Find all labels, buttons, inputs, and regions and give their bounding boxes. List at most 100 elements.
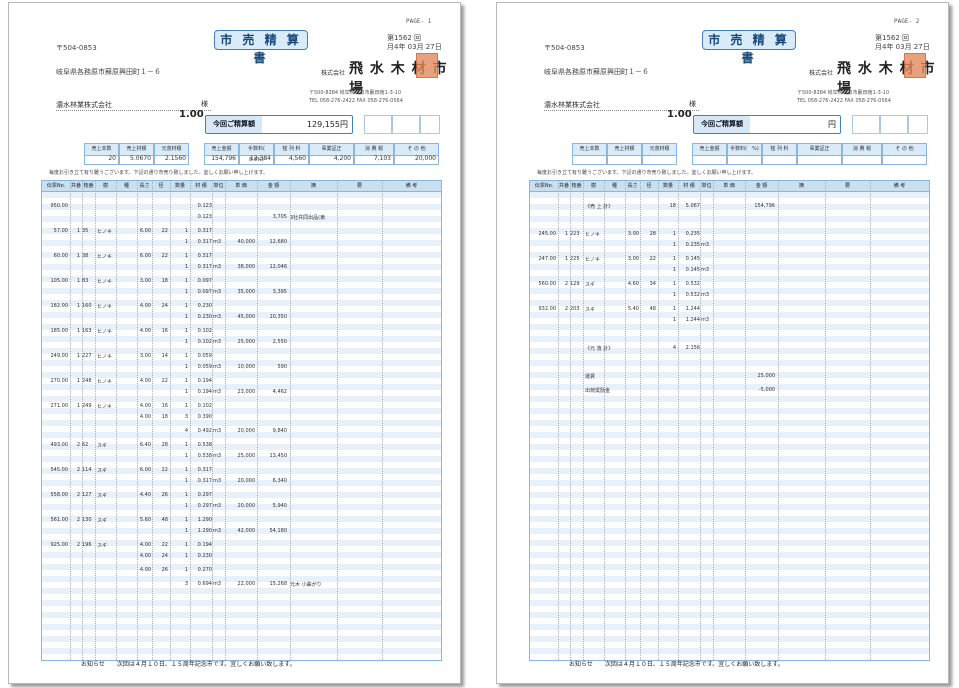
table-cell-f: 22 (161, 253, 168, 259)
page-number: PAGE- 2 (894, 18, 920, 25)
issue-number: 第1562 回 (875, 34, 910, 42)
table-header-cell: 金 額 (267, 183, 280, 189)
table-cell-b: 2 (76, 492, 80, 498)
issue-date: 月4年 03月 27日 (875, 43, 930, 51)
table-cell-i: 0.235 (685, 231, 700, 237)
table-header-cell: 材 積 (683, 183, 695, 189)
table-row: 1 0.317 m3 38,000 12,046 (42, 264, 441, 274)
table-row: 1 0.317 m3 40,000 12,680 (42, 239, 441, 249)
summary-cell: 売上本数 (572, 143, 607, 165)
table-cell-i: 0.297 (197, 492, 212, 498)
table-cell-c: 38 (82, 253, 89, 259)
table-cell-g: 1 (184, 478, 188, 484)
summary-header: 椪 列 料 (763, 144, 796, 156)
table-row: 3 0.694 m3 22,000 15,268 元木 小曲がり (42, 581, 441, 591)
summary-header: 事業証正 (798, 144, 841, 156)
company-address-line: 〒500-8384 岐阜県岐阜市藪田南1-3-10 (309, 90, 401, 96)
column-divider (778, 181, 779, 660)
table-cell-g: 1 (184, 278, 188, 284)
table-cell-b: 2 (76, 517, 80, 523)
summary-value: 2.1560 (165, 155, 186, 162)
table-row: 4.00 24 1 0.230 (42, 553, 441, 563)
company-phone-line: TEL 058-276-2422 FAX 058-276-0564 (797, 98, 891, 104)
table-cell-k: 45,000 (237, 314, 256, 320)
table-row: 4.00 18 3 0.390 (42, 414, 441, 424)
table-cell-e: 4.00 (139, 378, 151, 384)
table-cell-b: 1 (76, 403, 80, 409)
table-cell-a: 558.00 (50, 492, 69, 498)
summary-cell: そ の 他 (882, 143, 927, 165)
table-row: 1 1.244 m3 (530, 317, 929, 327)
table-cell-i: 0.270 (197, 567, 212, 573)
table-header-cell: 伝票No. (46, 183, 66, 189)
table-cell-f: 48 (161, 517, 168, 523)
table-row: 1 0.235 m3 (530, 242, 929, 252)
table-cell-j: m3 (213, 339, 222, 345)
table-cell-l: 6,340 (272, 478, 287, 484)
column-divider (700, 181, 701, 660)
table-cell-f: 48 (649, 306, 656, 312)
summary-cell: 椪 列 料 4,560 (274, 143, 309, 165)
table-cell-e: 3.00 (627, 256, 639, 262)
table-cell-k: 42,000 (237, 528, 256, 534)
table-cell-i: 0.538 (197, 453, 212, 459)
table-cell-i: 0.317 (197, 467, 212, 473)
table-cell-g: 1 (672, 231, 676, 237)
table-cell-b: 1 (76, 378, 80, 384)
table-cell-i: 1.290 (197, 528, 212, 534)
table-cell-c: 203 (570, 306, 580, 312)
table-cell-i: 0.694 (197, 581, 212, 587)
table-row: 1 0.059 m3 10,000 590 (42, 364, 441, 374)
table-cell-d: スギ (97, 443, 108, 449)
table-cell-b: 2 (76, 542, 80, 548)
payment-amount-box: 今回ご精算額 129,155円 (205, 115, 353, 134)
table-cell-g: 18 (669, 203, 676, 209)
table-cell-e: 4.00 (139, 328, 151, 334)
table-cell-f: 18 (161, 414, 168, 420)
column-divider (870, 181, 871, 660)
table-cell-f: 16 (161, 403, 168, 409)
table-cell-l: -5,000 (758, 387, 775, 393)
table-cell-g: 1 (184, 492, 188, 498)
table-cell-b: 2 (564, 281, 568, 287)
table-cell-l: 2,550 (272, 339, 287, 345)
table-row: 1 0.532 m3 (530, 292, 929, 302)
issue-number: 第1562 回 (387, 34, 422, 42)
table-cell-a: 182.00 (50, 303, 69, 309)
summary-cell: 元落材積 (642, 143, 677, 165)
table-cell-e: 3.00 (139, 353, 151, 359)
table-cell-d: 出荷奨励金 (585, 388, 611, 394)
column-divider (604, 181, 605, 660)
table-cell-d: ヒノキ (97, 279, 113, 285)
table-cell-g: 1 (184, 567, 188, 573)
table-cell-f: 24 (161, 553, 168, 559)
table-cell-e: 4.00 (139, 303, 151, 309)
table-cell-d: ヒノキ (97, 304, 113, 310)
table-cell-g: 1 (184, 364, 188, 370)
table-cell-g: 1 (184, 517, 188, 523)
blank-box (392, 115, 420, 134)
table-cell-d: スギ (97, 468, 108, 474)
table-row: 182.00 1 160 ヒノキ 4.00 24 1 0.230 (42, 303, 441, 313)
table-cell-j: m3 (213, 264, 222, 270)
table-row: 561.00 2 130 スギ 5.60 48 1 1.290 (42, 517, 441, 527)
summary-header: そ の 他 (883, 144, 926, 156)
table-cell-a: 60.00 (53, 253, 68, 259)
summary-cell: 事業証正 (797, 143, 842, 165)
table-cell-l: 154,796 (754, 203, 775, 209)
table-cell-l: 4,462 (272, 389, 287, 395)
summary-value: 4,560 (288, 155, 306, 162)
table-cell-g: 1 (672, 281, 676, 287)
table-cell-i: 0.123 (197, 203, 212, 209)
summary-header: 売上金額 (693, 144, 726, 156)
table-cell-i: 0.492 (197, 428, 212, 434)
table-row: 493.00 2 62 スギ 6.40 28 1 0.538 (42, 442, 441, 452)
table-cell-c: 114 (82, 467, 92, 473)
payment-label: 今回ご精算額 (694, 116, 750, 133)
table-row: 245.00 1 223 ヒノキ 3.00 28 1 0.235 (530, 231, 929, 241)
table-cell-c: 130 (82, 517, 92, 523)
table-cell-l: 9,840 (272, 428, 287, 434)
table-row: 1 1.290 m3 42,000 54,180 (42, 528, 441, 538)
company-address: 〒500-8384 岐阜県岐阜市藪田南1-3-10 TEL 058-276-24… (309, 89, 459, 105)
summary-table: 売上本数 売上材積 元落材積 売上金額 手数料( %) 椪 列 料 事業証正 消… (572, 143, 927, 165)
